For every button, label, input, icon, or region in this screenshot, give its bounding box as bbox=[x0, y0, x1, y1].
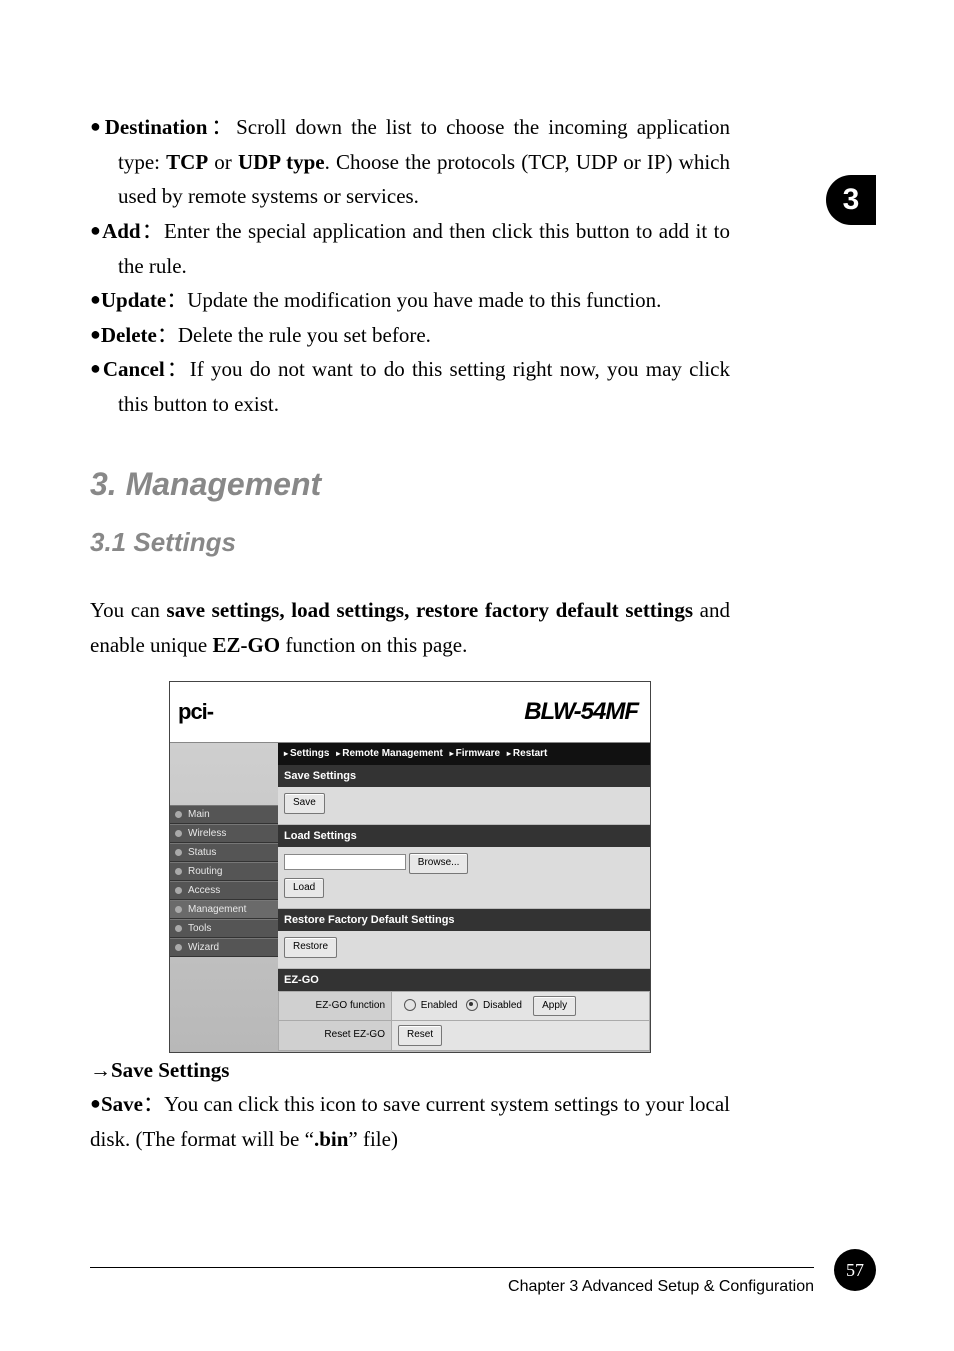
reset-button[interactable]: Reset bbox=[398, 1025, 442, 1046]
heading-management: 3. Management bbox=[90, 458, 730, 511]
radio-disabled-label: Disabled bbox=[483, 1000, 522, 1011]
file-path-input[interactable] bbox=[284, 854, 406, 870]
bullet-icon: ● bbox=[90, 289, 101, 309]
browse-button[interactable]: Browse... bbox=[409, 853, 469, 874]
reset-ezgo-label: Reset EZ-GO bbox=[279, 1021, 392, 1051]
term-update: Update bbox=[101, 288, 166, 312]
bullet-destination: ●Destination：Scroll down the list to cho… bbox=[90, 110, 730, 214]
save-button[interactable]: Save bbox=[284, 793, 325, 814]
manual-page: 3 ●Destination：Scroll down the list to c… bbox=[0, 0, 954, 1351]
term-save: Save bbox=[101, 1092, 143, 1116]
bullet-icon: ● bbox=[90, 116, 105, 136]
breadcrumb-remote-management[interactable]: Remote Management bbox=[332, 748, 443, 759]
footer-chapter-title: Chapter 3 Advanced Setup & Configuration bbox=[508, 1278, 814, 1296]
term-cancel: Cancel bbox=[103, 357, 165, 381]
sidebar-item-access[interactable]: Access bbox=[170, 881, 278, 900]
load-button[interactable]: Load bbox=[284, 878, 324, 899]
breadcrumb-firmware[interactable]: Firmware bbox=[446, 748, 500, 759]
bullet-add: ●Add：Enter the special application and t… bbox=[90, 214, 730, 283]
bullet-icon: ● bbox=[90, 220, 102, 240]
bullet-cancel: ●Cancel：If you do not want to do this se… bbox=[90, 352, 730, 421]
bullet-update: ●Update：Update the modification you have… bbox=[90, 283, 730, 318]
sidebar-item-status[interactable]: Status bbox=[170, 843, 278, 862]
save-settings-heading: →Save Settings bbox=[90, 1053, 730, 1088]
body-text: ●Destination：Scroll down the list to cho… bbox=[90, 110, 730, 1157]
arrow-icon: → bbox=[90, 1058, 111, 1082]
section-load-settings: Load Settings bbox=[278, 825, 650, 847]
term-delete: Delete bbox=[101, 323, 157, 347]
sidebar-item-wizard[interactable]: Wizard bbox=[170, 938, 278, 957]
save-description: ●Save：You can click this icon to save cu… bbox=[90, 1087, 730, 1156]
bullet-delete: ●Delete：Delete the rule you set before. bbox=[90, 318, 730, 353]
sidebar-item-tools[interactable]: Tools bbox=[170, 919, 278, 938]
radio-disabled[interactable] bbox=[466, 999, 478, 1011]
section-save-settings: Save Settings bbox=[278, 765, 650, 787]
product-brand: BLW-54MF bbox=[524, 692, 638, 732]
breadcrumb-settings[interactable]: Settings bbox=[284, 748, 329, 759]
bullet-icon: ● bbox=[90, 1093, 101, 1113]
sidebar-item-management[interactable]: Management bbox=[170, 900, 278, 919]
bullet-icon: ● bbox=[90, 324, 101, 344]
sidebar-item-main[interactable]: Main bbox=[170, 805, 278, 824]
radio-enabled[interactable] bbox=[404, 999, 416, 1011]
ezgo-function-label: EZ-GO function bbox=[279, 991, 392, 1021]
radio-enabled-label: Enabled bbox=[421, 1000, 458, 1011]
sidebar-nav: Main Wireless Status Routing Access Mana… bbox=[170, 743, 278, 1052]
heading-settings: 3.1 Settings bbox=[90, 521, 730, 564]
breadcrumb-restart[interactable]: Restart bbox=[503, 748, 547, 759]
breadcrumb: Settings Remote Management Firmware Rest… bbox=[278, 743, 650, 766]
section-ezgo: EZ-GO bbox=[278, 969, 650, 991]
bullet-icon: ● bbox=[90, 358, 103, 378]
section-restore-defaults: Restore Factory Default Settings bbox=[278, 909, 650, 931]
sidebar-item-wireless[interactable]: Wireless bbox=[170, 824, 278, 843]
apply-button[interactable]: Apply bbox=[533, 996, 576, 1017]
intro-paragraph: You can save settings, load settings, re… bbox=[90, 593, 730, 662]
sidebar-item-routing[interactable]: Routing bbox=[170, 862, 278, 881]
restore-button[interactable]: Restore bbox=[284, 937, 337, 958]
settings-screenshot: pci- BLW-54MF Main Wireless Status Routi… bbox=[169, 681, 651, 1053]
term-add: Add bbox=[102, 219, 141, 243]
shot-main: Settings Remote Management Firmware Rest… bbox=[278, 743, 650, 1052]
chapter-tab: 3 bbox=[826, 175, 876, 225]
shot-header: pci- BLW-54MF bbox=[170, 682, 650, 743]
footer-divider bbox=[90, 1267, 814, 1269]
logo: pci- bbox=[178, 694, 213, 730]
term-destination: Destination bbox=[105, 115, 208, 139]
page-number: 57 bbox=[834, 1249, 876, 1291]
